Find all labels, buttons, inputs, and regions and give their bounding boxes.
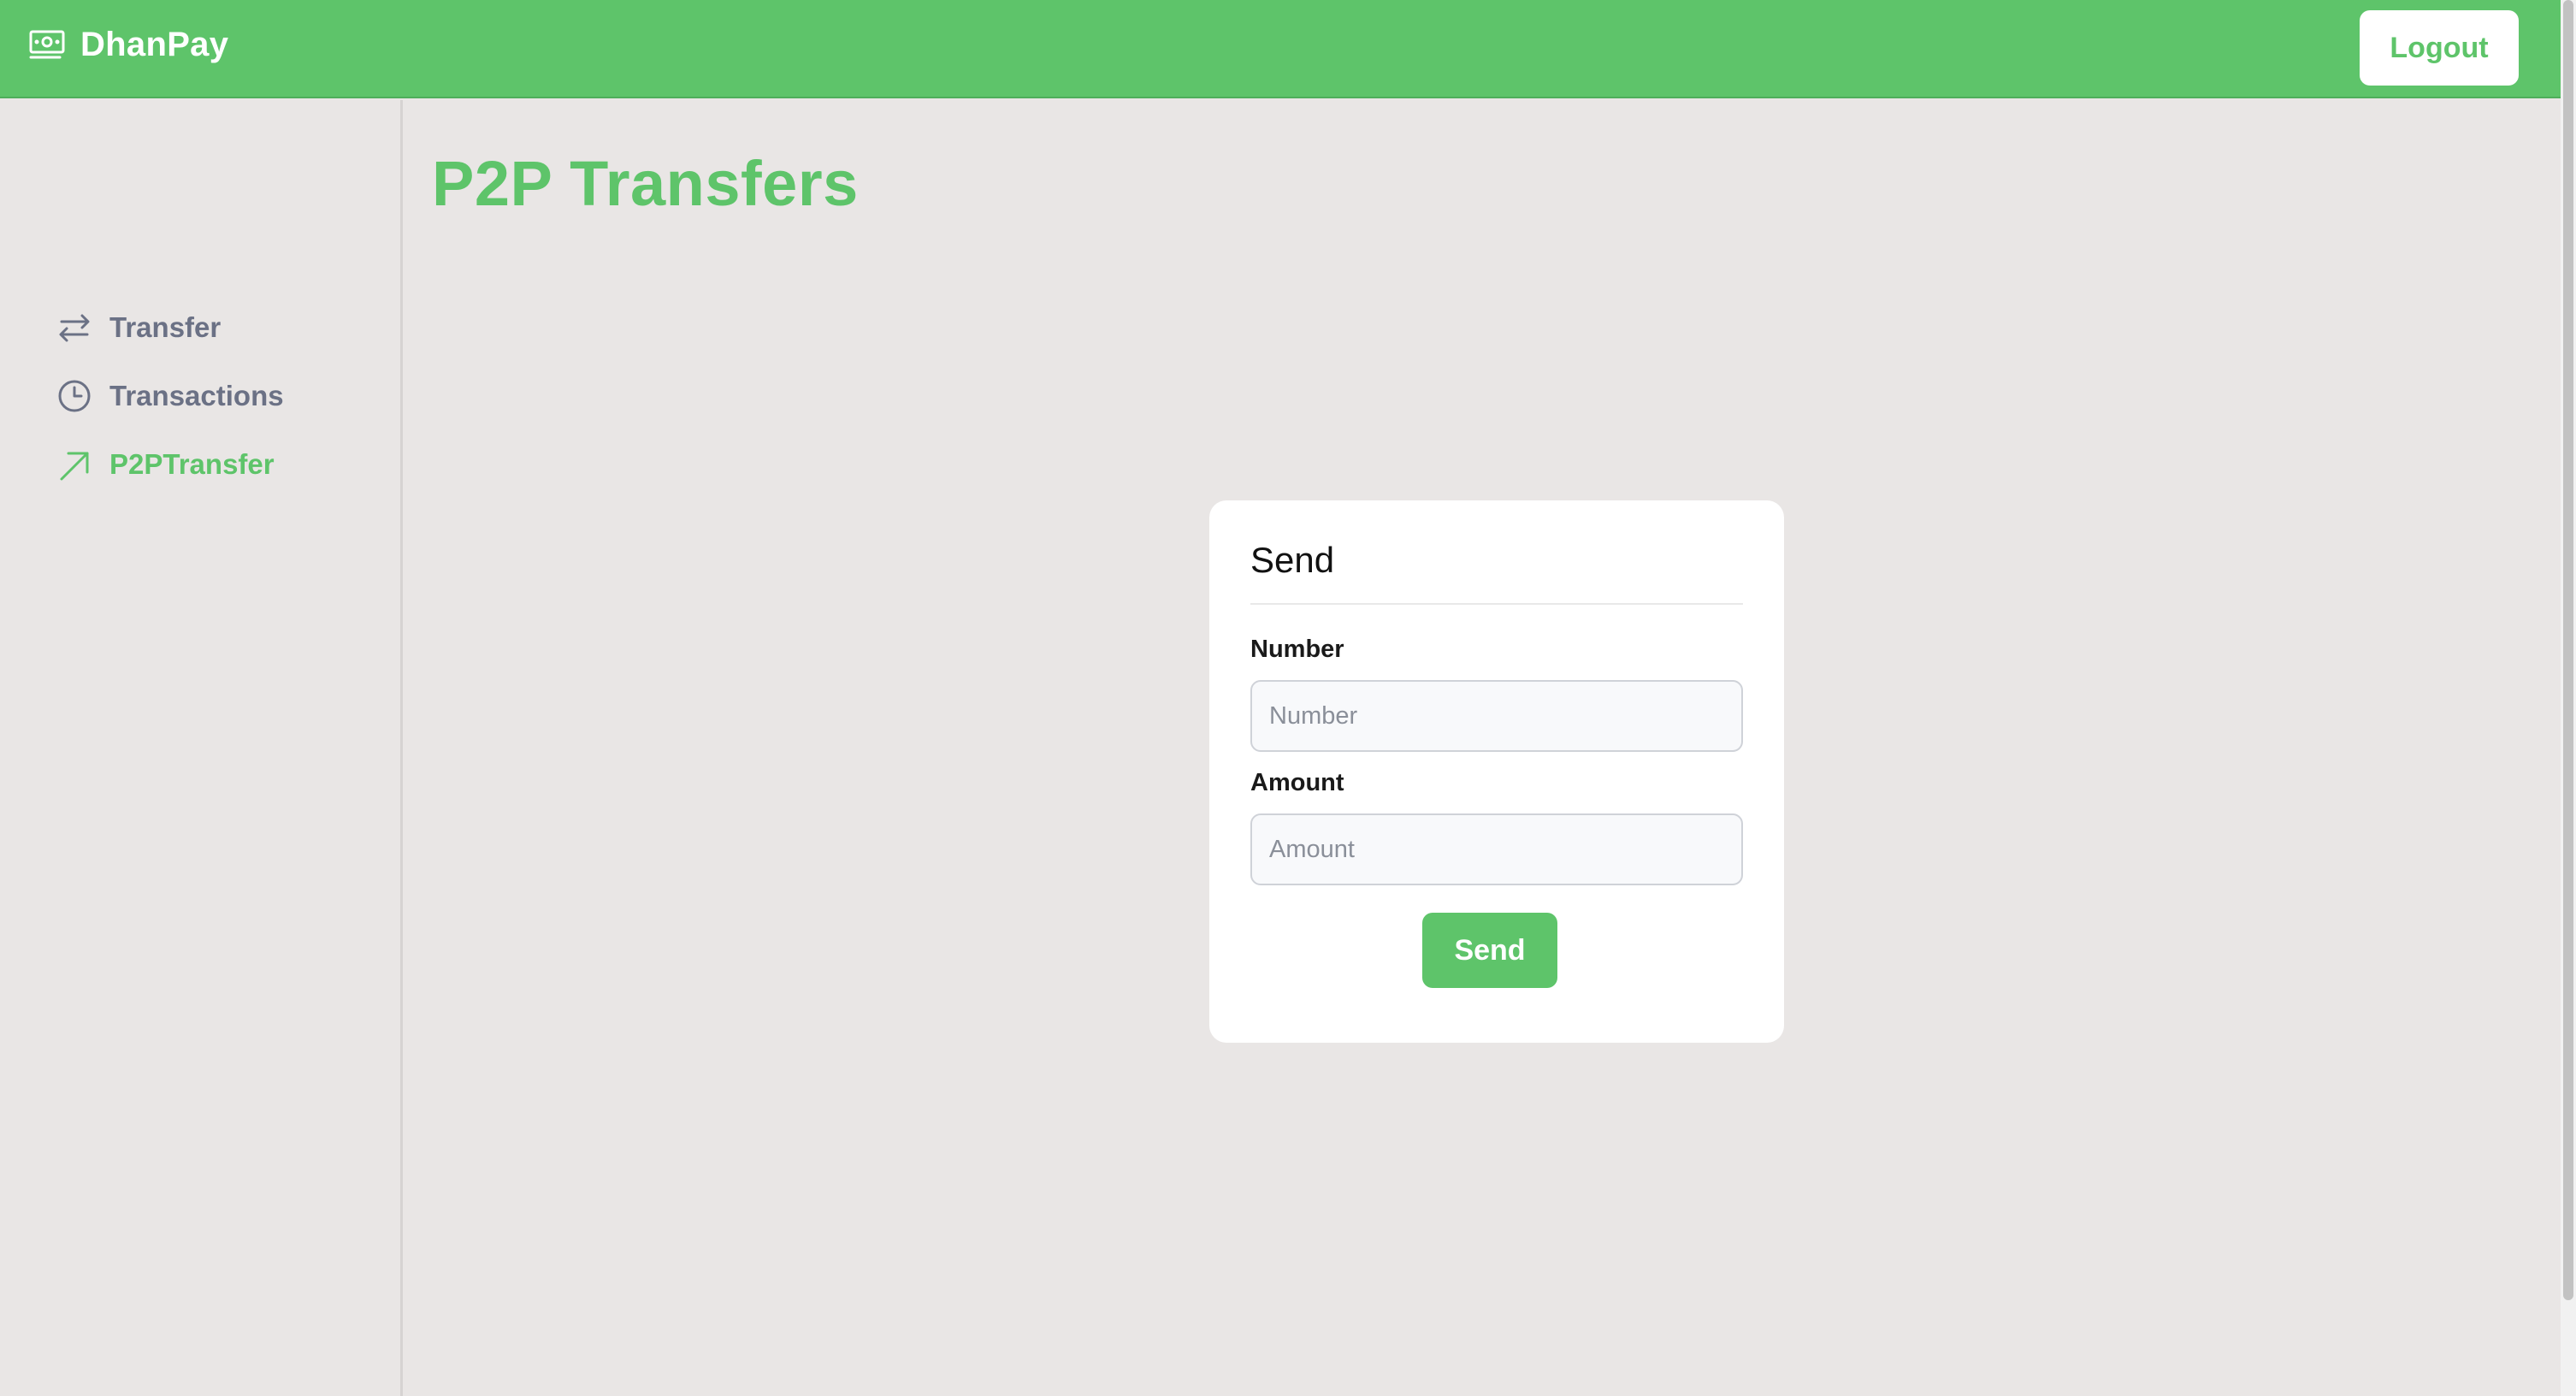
sidebar-item-label: Transactions [109,380,284,411]
clock-icon [56,378,92,414]
number-input[interactable] [1250,680,1743,752]
card-title: Send [1250,540,1335,580]
sidebar-item-p2ptransfer[interactable]: P2PTransfer [56,439,275,490]
number-label: Number [1250,636,1344,663]
send-button[interactable]: Send [1422,913,1557,988]
divider [1250,603,1743,605]
amount-input[interactable] [1250,813,1743,885]
sidebar-item-label: Transfer [109,311,222,343]
sidebar-item-label: P2PTransfer [109,448,275,480]
sidebar-item-transactions[interactable]: Transactions [56,370,284,422]
send-card: Send Number Amount Send [1209,500,1784,1043]
scrollbar-thumb[interactable] [2563,0,2573,1300]
top-navbar: DhanPay Logout [0,0,2561,98]
sidebar: Transfer Transactions P2PTransfer [0,100,403,1396]
brand[interactable]: DhanPay [27,26,228,64]
arrow-up-right-icon [56,447,92,482]
page-title: P2P Transfers [432,148,859,219]
banknote-icon [27,28,67,62]
sidebar-item-transfer[interactable]: Transfer [56,302,221,353]
amount-label: Amount [1250,769,1344,796]
scrollbar[interactable] [2561,0,2576,1396]
logout-button[interactable]: Logout [2360,10,2519,86]
brand-name: DhanPay [80,26,229,63]
arrows-left-right-icon [56,310,92,346]
